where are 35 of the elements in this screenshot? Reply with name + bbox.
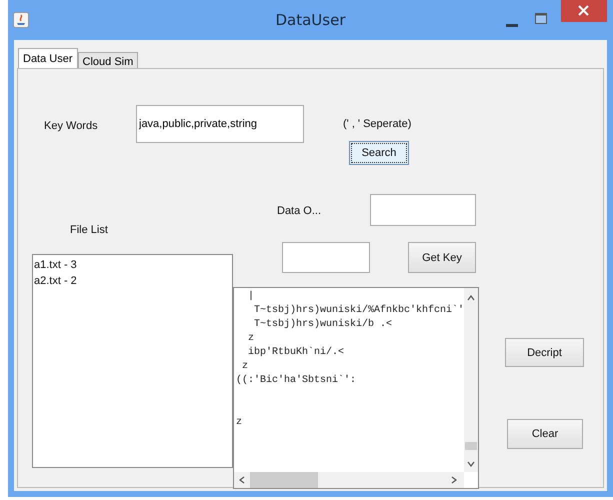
text-area[interactable]: | T~tsbj)hrs)wuniski/%Afnkbc'khfcni`' T~tsbj)hrs)wuniski/b .< z ibp'RtbuKh`ni/.< z ((:'Bic'ha'Sbtsni`': z — [233, 287, 479, 489]
scroll-down-icon[interactable] — [467, 460, 475, 468]
tab[interactable]: Data User — [18, 48, 78, 70]
maximize-icon[interactable] — [535, 13, 547, 24]
list-item[interactable]: a1.txt - 3 — [34, 257, 231, 273]
scroll-thumb[interactable] — [250, 472, 318, 488]
horizontal-scrollbar[interactable] — [234, 472, 464, 488]
text-line: z — [247, 332, 254, 346]
close-icon[interactable] — [561, 0, 607, 22]
search-button[interactable]: Search — [349, 141, 409, 165]
text-line: ((:'Bic'ha'Sbtsni`': — [236, 374, 356, 388]
list-item[interactable]: a2.txt - 2 — [34, 273, 231, 289]
scroll-left-icon[interactable] — [238, 476, 246, 484]
hint-text: (' , ' Seperate) — [343, 118, 412, 130]
decrypt-button[interactable]: Decript — [505, 338, 584, 367]
data-owner-field[interactable] — [370, 194, 476, 226]
clear-button[interactable]: Clear — [507, 419, 583, 449]
text-line: ibp'RtbuKh`ni/.< — [247, 346, 344, 360]
app-icon — [13, 12, 29, 28]
scroll-up-icon[interactable] — [467, 294, 475, 302]
scroll-thumb[interactable] — [465, 442, 477, 450]
scroll-right-icon[interactable] — [450, 476, 458, 484]
field-label: Data O... — [277, 205, 322, 217]
key-field[interactable] — [282, 242, 370, 273]
text-line: z — [236, 416, 242, 430]
text-line: | — [247, 290, 254, 304]
text-line: z — [241, 360, 248, 374]
list-label: File List — [70, 224, 108, 236]
text-line: T~tsbj)hrs)wuniski/%Afnkbc'khfcni`' — [253, 304, 464, 318]
key-words-field[interactable]: java,public,private,string — [136, 105, 304, 143]
text-line: T~tsbj)hrs)wuniski/b .< — [253, 318, 392, 332]
vertical-scrollbar[interactable] — [464, 288, 478, 472]
field-label: Key Words — [44, 120, 98, 132]
window-title: DataUser — [274, 11, 346, 29]
get-key-button[interactable]: Get Key — [408, 242, 476, 273]
